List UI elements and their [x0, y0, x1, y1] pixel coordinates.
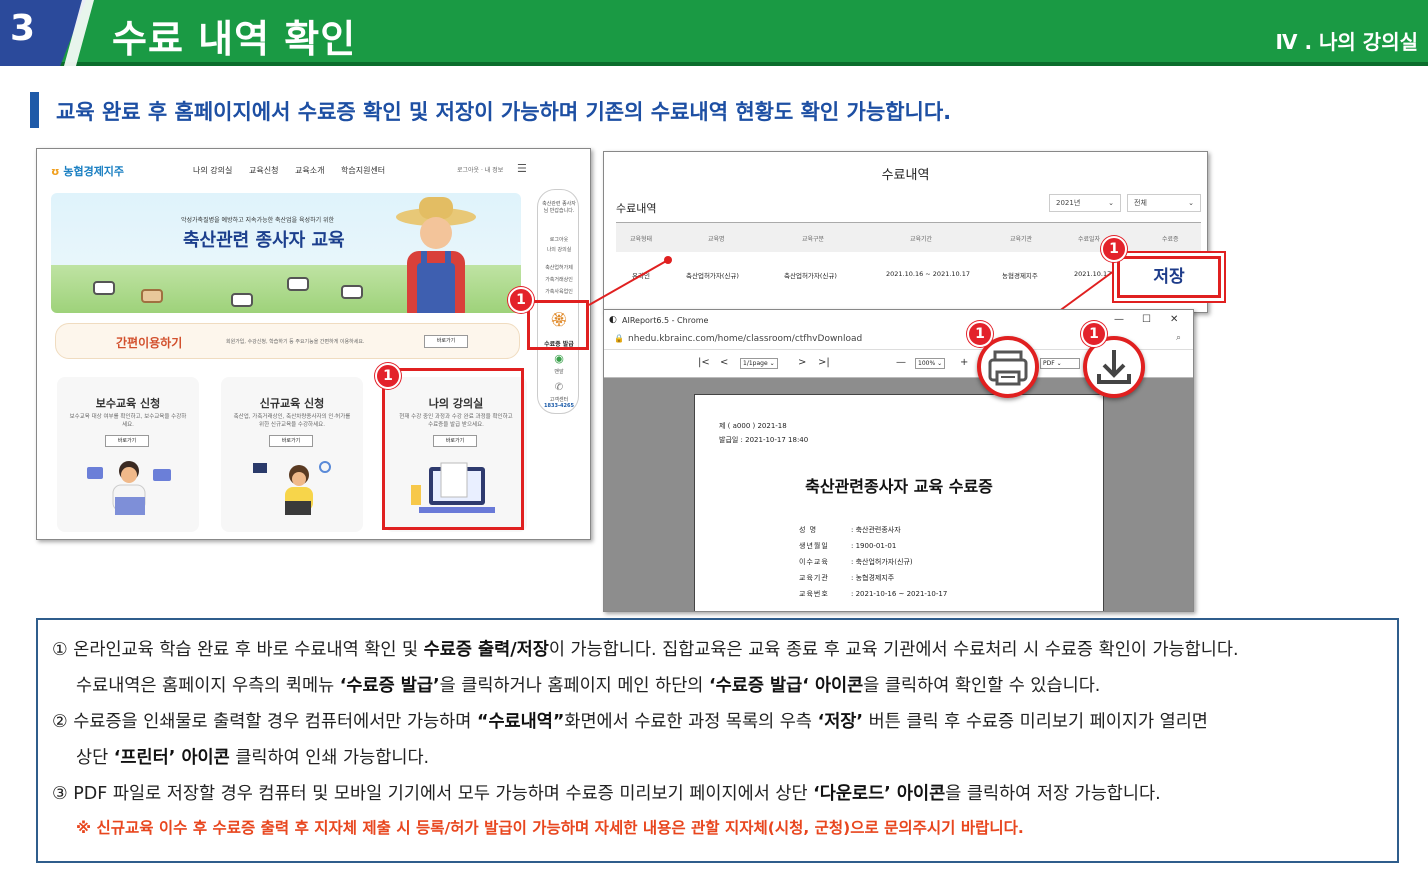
format-select[interactable]: PDF ⌄	[1040, 358, 1080, 369]
close-icon[interactable]: ✕	[1170, 314, 1178, 325]
last-page-icon[interactable]: >|	[818, 357, 830, 368]
instruction-line: ③ PDF 파일로 저장할 경우 컴퓨터 및 모바일 기기에서 모두 가능하며 …	[52, 784, 1161, 804]
doc-field: 생년월일: 1900-01-01	[799, 542, 897, 550]
download-icon	[1097, 350, 1131, 384]
doc-field-key: 생년월일	[799, 542, 829, 550]
doc-field: 교육기관: 농협경제지주	[799, 574, 895, 582]
zoom-value: 100%	[918, 360, 936, 367]
format-value: PDF	[1043, 360, 1055, 367]
doc-field-value: 1900-01-01	[855, 542, 897, 550]
doc-field: 이수교육: 축산업허가자(신규)	[799, 558, 913, 566]
doc-field-value: 2021-10-16 ~ 2021-10-17	[855, 590, 948, 598]
next-page-icon[interactable]: >	[798, 357, 806, 368]
zoom-search-icon[interactable]: ⌕	[1176, 333, 1181, 343]
first-page-icon[interactable]: |<	[698, 357, 710, 368]
instruction-line: ② 수료증을 인쇄물로 출력할 경우 컴퓨터에서만 가능하며 “수료내역”화면에…	[52, 712, 1208, 732]
doc-issued: 발급일 : 2021-10-17 18:40	[719, 436, 809, 444]
instruction-line: ① 온라인교육 학습 완료 후 바로 수료내역 확인 및 수료증 출력/저장이 …	[52, 640, 1239, 660]
maximize-icon[interactable]: ☐	[1142, 314, 1151, 325]
lock-icon: 🔒	[614, 334, 624, 343]
zoom-in-icon[interactable]: +	[960, 357, 968, 368]
connector-line	[588, 259, 669, 306]
chrome-icon: ◐	[609, 315, 617, 325]
zoom-select[interactable]: 100% ⌄	[915, 358, 946, 369]
printer-icon	[988, 350, 1028, 386]
minimize-icon[interactable]: —	[1114, 314, 1124, 325]
warning-note: ※ 신규교육 이수 후 수료증 출력 후 지자체 제출 시 등록/허가 발급이 …	[76, 819, 1024, 837]
instructions-box: ① 온라인교육 학습 완료 후 바로 수료내역 확인 및 수료증 출력/저장이 …	[36, 618, 1399, 863]
prev-page-icon[interactable]: <	[720, 357, 728, 368]
step-badge: 1	[1081, 321, 1107, 347]
page-value: 1/1page	[743, 360, 768, 367]
doc-field: 성 명: 축산관련종사자	[799, 526, 901, 534]
doc-field-key: 이수교육	[799, 558, 829, 566]
doc-number: 제 ( a000 ) 2021-18	[719, 422, 787, 430]
doc-field-value: 축산업허가자(신규)	[855, 558, 913, 566]
address-bar[interactable]: nhedu.kbrainc.com/home/classroom/ctfhvDo…	[628, 334, 862, 344]
doc-field-value: 농협경제지주	[855, 574, 895, 582]
doc-title: 축산관련종사자 교육 수료증	[805, 477, 993, 496]
doc-field-key: 성 명	[799, 526, 818, 534]
page-select[interactable]: 1/1page ⌄	[740, 358, 778, 369]
step-badge: 1	[967, 321, 993, 347]
certificate-document: 제 ( a000 ) 2021-18 발급일 : 2021-10-17 18:4…	[694, 394, 1104, 611]
doc-field-key: 교육기관	[799, 574, 829, 582]
zoom-out-icon[interactable]: —	[896, 357, 906, 368]
doc-field-key: 교육번호	[799, 590, 829, 598]
connector-dot	[664, 256, 672, 264]
doc-field-value: 축산관련종사자	[855, 526, 901, 534]
instruction-line: 수료내역은 홈페이지 우측의 퀵메뉴 ‘수료증 발급’을 클릭하거나 홈페이지 …	[76, 676, 1101, 696]
step-badge: 1	[1101, 236, 1127, 262]
window-title: AIReport6.5 - Chrome	[622, 316, 709, 325]
doc-field: 교육번호: 2021-10-16 ~ 2021-10-17	[799, 590, 948, 598]
save-button[interactable]: 저장	[1117, 256, 1221, 298]
instruction-line: 상단 ‘프린터’ 아이콘 클릭하여 인쇄 가능합니다.	[76, 748, 430, 768]
